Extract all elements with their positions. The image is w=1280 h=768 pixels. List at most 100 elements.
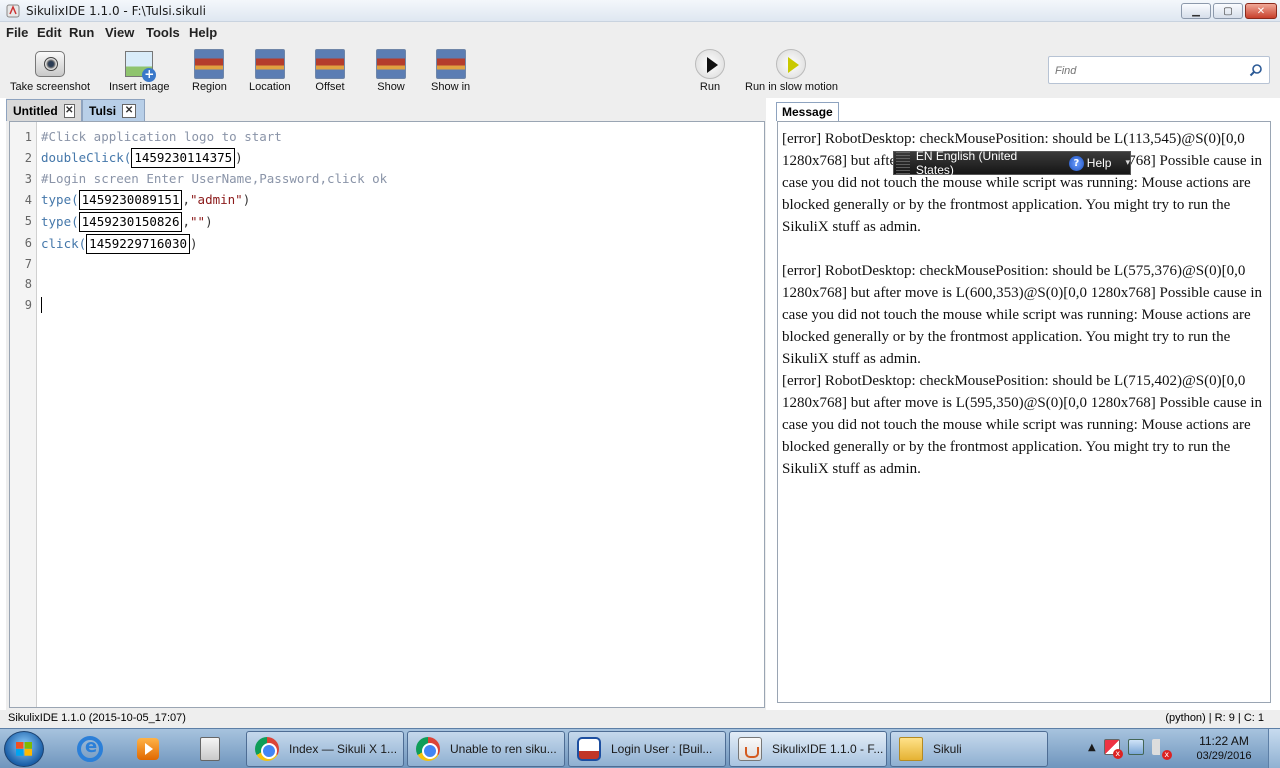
pinned-media-player[interactable] [122,732,174,766]
input-language[interactable]: EN English (United States) [916,149,1057,177]
line-number: 3 [24,172,32,186]
code-separator: , [182,192,191,207]
show-in-button[interactable]: Show in [431,48,470,93]
insert-image-button[interactable]: Insert image [109,48,170,93]
pinned-calculator[interactable] [184,732,236,766]
code-paren: ) [190,236,198,251]
show-hidden-icons-icon[interactable]: ▲ [1088,742,1096,753]
menu-view[interactable]: View [105,25,134,40]
location-button[interactable]: Location [249,48,291,93]
code-function: type [41,214,72,229]
options-chevron-icon[interactable]: ▾ [1125,158,1130,168]
location-icon [254,49,285,79]
region-icon [194,49,225,79]
code-comment: #Login screen Enter UserName,Password,cl… [41,171,388,186]
show-button[interactable]: Show [375,48,407,93]
close-button[interactable]: ✕ [1245,3,1277,19]
code-function: doubleClick [41,150,124,165]
code-paren: ( [71,192,79,207]
code-line: #Login screen Enter UserName,Password,cl… [41,171,387,186]
close-tab-icon[interactable]: ✕ [122,103,137,118]
minimize-button[interactable]: ▁ [1181,3,1211,19]
offset-icon [315,49,345,79]
clock[interactable]: 11:22 AM 03/29/2016 [1188,734,1260,762]
image-reference[interactable]: 1459229716030 [86,234,191,254]
action-center-flag-icon[interactable] [1103,739,1123,759]
close-tab-icon[interactable]: ✕ [63,103,75,118]
tab-untitled[interactable]: Untitled ✕ [6,99,82,121]
maximize-button[interactable]: ▢ [1213,3,1243,19]
code-paren: ( [123,150,132,165]
taskbar-item[interactable]: Sikuli [890,731,1048,767]
show-desktop-button[interactable] [1268,729,1280,768]
find-input[interactable] [1055,63,1245,79]
drag-handle-icon[interactable] [896,152,910,174]
menu-file[interactable]: File [6,25,28,40]
message-pane: Message [error] RobotDesktop: checkMouse… [776,100,1272,706]
internet-explorer-icon [77,736,103,762]
insert-image-label: Insert image [109,81,170,93]
search-icon[interactable] [1249,63,1263,77]
code-editor[interactable]: 1 2 3 4 5 6 7 8 9 #Click application log… [9,121,765,708]
help-icon[interactable]: ? [1068,155,1084,171]
code-paren: ) [205,214,213,229]
menu-help[interactable]: Help [189,25,217,40]
clock-date: 03/29/2016 [1196,750,1252,762]
message-entry: [error] RobotDesktop: checkMousePosition… [782,131,1262,235]
menu-tools[interactable]: Tools [146,25,180,40]
menu-run[interactable]: Run [69,25,94,40]
taskbar-item[interactable]: Unable to ren siku... [407,731,565,767]
version-status: SikulixIDE 1.1.0 (2015-10-05_17:07) [8,712,186,724]
taskbar-item-label: Sikuli [933,742,962,756]
taskbar-item-label: Login User : [Buil... [611,742,713,756]
menu-bar: File Edit Run View Tools Help [0,22,1280,42]
code-paren: ( [78,236,87,251]
line-number: 1 [24,130,32,144]
code-function: type [41,192,72,207]
taskbar-item-label: Index — Sikuli X 1... [289,742,398,756]
offset-button[interactable]: Offset [314,48,346,93]
taskbar-item-active[interactable]: SikulixIDE 1.1.0 - F... [729,731,887,767]
run-slow-motion-button[interactable]: Run in slow motion [745,48,838,93]
run-icon [695,49,725,79]
find-field[interactable] [1048,56,1270,84]
show-in-label: Show in [431,81,471,93]
menu-edit[interactable]: Edit [37,25,62,40]
line-number: 2 [24,151,32,165]
line-number: 9 [24,298,32,312]
image-reference[interactable]: 1459230150826 [78,212,183,232]
run-button[interactable]: Run [694,48,726,93]
tab-tulsi[interactable]: Tulsi ✕ [82,99,145,121]
help-label[interactable]: Help [1087,156,1112,170]
camera-icon [35,51,66,77]
show-label: Show [377,81,405,93]
line-number: 6 [24,236,32,250]
take-screenshot-label: Take screenshot [10,81,91,93]
taskbar: Index — Sikuli X 1... Unable to ren siku… [0,728,1280,768]
language-bar[interactable]: EN English (United States) ? Help ▾ [893,149,1131,177]
code-line: #Click application logo to start [41,129,282,144]
taskbar-item-label: SikulixIDE 1.1.0 - F... [772,742,884,756]
code-paren: ) [242,192,251,207]
image-reference[interactable]: 1459230089151 [78,190,183,210]
taskbar-item[interactable]: Index — Sikuli X 1... [246,731,404,767]
take-screenshot-button[interactable]: Take screenshot [10,48,90,93]
volume-icon[interactable] [1151,739,1172,760]
image-reference[interactable]: 1459230114375 [131,148,236,168]
message-entry: [error] RobotDesktop: checkMousePosition… [782,263,1262,367]
run-slow-icon [776,49,807,79]
code-function: click [41,236,79,251]
message-tab[interactable]: Message [776,102,839,121]
message-log: [error] RobotDesktop: checkMousePosition… [777,121,1271,703]
code-paren: ( [71,214,79,229]
run-label: Run [699,81,721,93]
text-cursor [41,297,42,313]
code-string: "" [190,214,206,229]
network-icon[interactable] [1127,739,1144,755]
pinned-ie[interactable] [64,732,116,766]
code-line: doubleClick(1459230114375) [41,148,243,168]
region-button[interactable]: Region [192,48,227,93]
start-button[interactable] [4,731,44,767]
line-number: 8 [24,277,32,291]
taskbar-item[interactable]: Login User : [Buil... [568,731,726,767]
